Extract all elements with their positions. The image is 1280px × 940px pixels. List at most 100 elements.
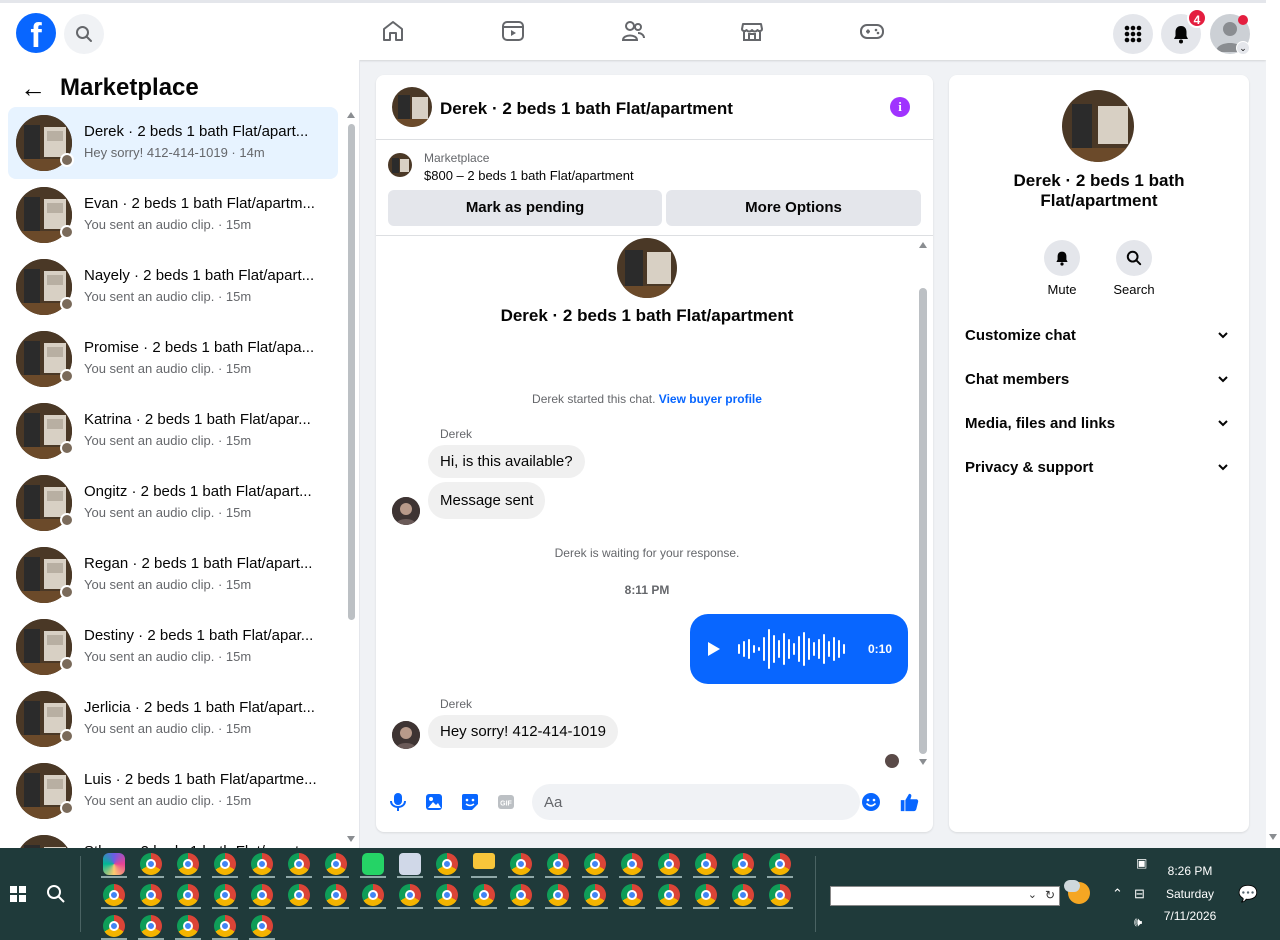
scroll-up-arrow[interactable] <box>347 112 355 118</box>
details-section-row[interactable]: Customize chat <box>965 327 1233 351</box>
chat-avatar[interactable] <box>392 87 432 127</box>
chrome-app-icon[interactable] <box>510 884 532 906</box>
page-scrollbar[interactable] <box>1266 0 1280 848</box>
mute-button[interactable]: Mute <box>1032 240 1092 297</box>
whatsapp-app-icon[interactable] <box>362 853 384 875</box>
sender-avatar[interactable] <box>392 497 420 525</box>
volume-icon[interactable]: 🕪 <box>1134 914 1142 930</box>
nav-gaming[interactable] <box>858 17 886 45</box>
chrome-app-icon[interactable] <box>547 884 569 906</box>
scrollbar-thumb[interactable] <box>919 288 927 754</box>
back-arrow-icon[interactable]: ← <box>20 75 46 101</box>
conversation-item[interactable]: Evan · 2 beds 1 bath Flat/apartm... You s… <box>8 179 338 251</box>
chrome-app-icon[interactable] <box>362 884 384 906</box>
nav-video[interactable] <box>499 17 527 45</box>
chrome-app-icon[interactable] <box>140 884 162 906</box>
chrome-app-icon[interactable] <box>288 853 310 875</box>
mute-bell-wrapper[interactable] <box>1044 240 1080 276</box>
chrome-app-icon[interactable] <box>214 915 236 937</box>
conversation-item[interactable]: Katrina · 2 beds 1 bath Flat/apar... You … <box>8 395 338 467</box>
details-section-row[interactable]: Chat members <box>965 371 1233 395</box>
chrome-app-icon[interactable] <box>547 853 569 875</box>
conversation-item[interactable]: Promise · 2 beds 1 bath Flat/apa... You s… <box>8 323 338 395</box>
chrome-app-icon[interactable] <box>769 853 791 875</box>
chrome-app-icon[interactable] <box>103 884 125 906</box>
nav-marketplace[interactable] <box>738 17 766 45</box>
chrome-app-icon[interactable] <box>436 853 458 875</box>
message-bubble[interactable]: Hey sorry! 412-414-1019 <box>428 715 618 748</box>
chrome-app-icon[interactable] <box>140 853 162 875</box>
notification-center-icon[interactable]: 💬 <box>1238 884 1258 904</box>
nav-home[interactable] <box>379 17 407 45</box>
scroll-down-arrow[interactable] <box>919 759 927 765</box>
notifications-button[interactable]: 4 <box>1161 8 1207 54</box>
chrome-app-icon[interactable] <box>510 853 532 875</box>
network-icon[interactable]: ⊟ <box>1134 886 1145 902</box>
chrome-app-icon[interactable] <box>584 853 606 875</box>
chrome-app-icon[interactable] <box>251 853 273 875</box>
chrome-app-icon[interactable] <box>436 884 458 906</box>
conversation-item[interactable]: Jerlicia · 2 beds 1 bath Flat/apart... Yo… <box>8 683 338 755</box>
clock-date[interactable]: 7/11/2026 <box>1150 909 1230 923</box>
view-buyer-profile-link[interactable]: View buyer profile <box>659 392 762 406</box>
chevron-down-icon[interactable]: ⌄ <box>1028 888 1037 901</box>
chrome-app-icon[interactable] <box>473 884 495 906</box>
emoji-button[interactable] <box>861 792 881 812</box>
details-section-row[interactable]: Media, files and links <box>965 415 1233 439</box>
chrome-app-icon[interactable] <box>325 884 347 906</box>
nav-friends[interactable] <box>619 17 647 45</box>
chrome-app-icon[interactable] <box>658 884 680 906</box>
voice-clip-button[interactable] <box>388 792 408 812</box>
like-button[interactable] <box>899 792 919 812</box>
chat-scrollbar[interactable] <box>918 240 928 768</box>
chrome-app-icon[interactable] <box>584 884 606 906</box>
details-avatar[interactable] <box>1062 90 1134 162</box>
chrome-app-icon[interactable] <box>695 884 717 906</box>
chrome-app-icon[interactable] <box>621 853 643 875</box>
details-section-row[interactable]: Privacy & support <box>965 459 1233 483</box>
chrome-app-icon[interactable] <box>732 853 754 875</box>
chrome-app-icon[interactable] <box>251 884 273 906</box>
chrome-app-icon[interactable] <box>140 915 162 937</box>
more-options-button[interactable]: More Options <box>666 190 921 226</box>
chevron-down-icon[interactable]: ⌄ <box>1236 41 1250 55</box>
chrome-app-icon[interactable] <box>621 884 643 906</box>
chrome-app-icon[interactable] <box>325 853 347 875</box>
search-button[interactable] <box>64 14 104 54</box>
conversation-item[interactable]: Ongitz · 2 beds 1 bath Flat/apart... You … <box>8 467 338 539</box>
audio-message[interactable]: 0:10 <box>690 614 908 684</box>
conversation-item[interactable]: Luis · 2 beds 1 bath Flat/apartme... You … <box>8 755 338 827</box>
facebook-logo[interactable]: f <box>16 13 56 53</box>
chrome-app-icon[interactable] <box>214 884 236 906</box>
chrome-app-icon[interactable] <box>177 915 199 937</box>
clock-day[interactable]: Saturday <box>1150 887 1230 901</box>
conversation-item[interactable]: Regan · 2 beds 1 bath Flat/apart... You s… <box>8 539 338 611</box>
message-bubble[interactable]: Message sent <box>428 482 546 519</box>
conversation-item[interactable]: Nayely · 2 beds 1 bath Flat/apart... You … <box>8 251 338 323</box>
chrome-app-icon[interactable] <box>214 853 236 875</box>
chat-title[interactable]: Derek · 2 beds 1 bath Flat/apartment <box>440 99 733 119</box>
info-icon[interactable]: i <box>890 97 910 117</box>
windows-start-icon[interactable] <box>10 886 26 902</box>
conversation-item[interactable]: Stham · 2 beds 1 bath Flat/apart... <box>8 827 338 848</box>
paint-app-icon[interactable] <box>399 853 421 875</box>
message-input[interactable] <box>532 784 860 820</box>
chrome-app-icon[interactable] <box>769 884 791 906</box>
scroll-down-arrow[interactable] <box>347 836 355 842</box>
search-wrapper[interactable] <box>1116 240 1152 276</box>
play-icon[interactable] <box>708 642 720 656</box>
copilot-app-icon[interactable] <box>103 853 125 875</box>
sender-avatar[interactable] <box>392 721 420 749</box>
weather-icon[interactable] <box>1064 880 1090 904</box>
clock-time[interactable]: 8:26 PM <box>1150 864 1230 878</box>
address-toolbar-input[interactable]: ⌄ ↻ <box>830 886 1060 906</box>
chrome-app-icon[interactable] <box>732 884 754 906</box>
message-bubble[interactable]: Hi, is this available? <box>428 445 585 478</box>
attach-photo-button[interactable] <box>424 792 444 812</box>
menu-button[interactable] <box>1113 14 1153 54</box>
scroll-down-arrow[interactable] <box>1269 834 1277 840</box>
search-in-chat-button[interactable]: Search <box>1104 240 1164 297</box>
search-icon[interactable] <box>46 884 66 904</box>
chrome-app-icon[interactable] <box>695 853 717 875</box>
sticker-button[interactable] <box>460 792 480 812</box>
